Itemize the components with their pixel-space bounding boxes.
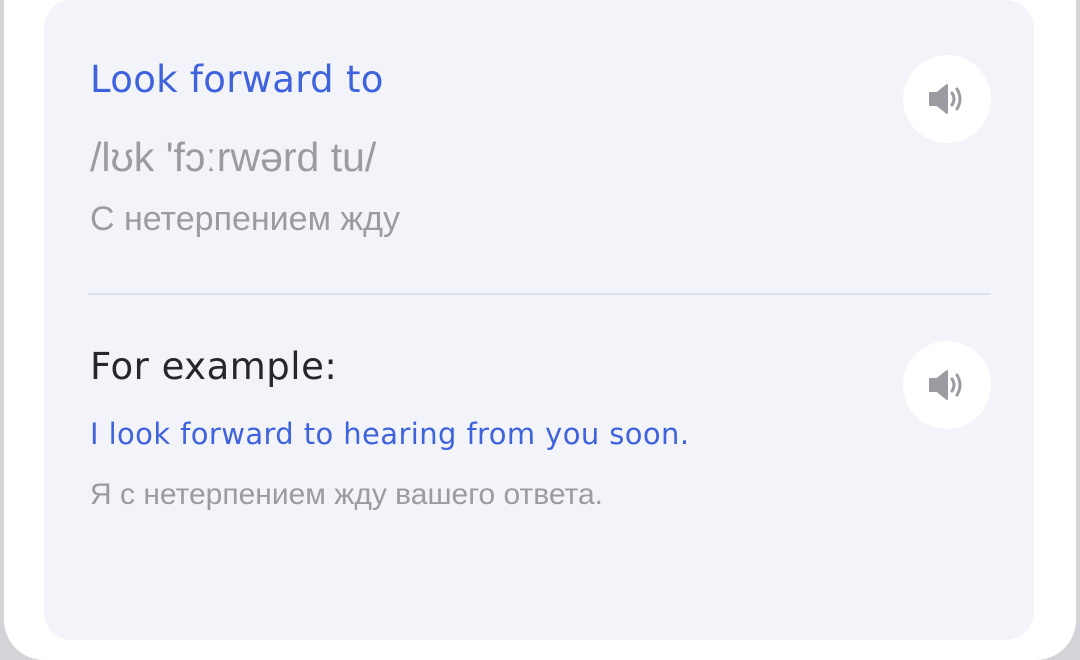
example-sentence: I look forward to hearing from you soon. [90, 417, 690, 451]
play-example-audio-button[interactable] [903, 341, 991, 429]
speaker-icon [927, 82, 967, 116]
word-card: Look forward to /lʊk 'fɔːrwərd tu/ С нет… [44, 0, 1034, 640]
screen: Look forward to /lʊk 'fɔːrwərd tu/ С нет… [0, 0, 1080, 660]
word-translation: С нетерпением жду [90, 200, 400, 238]
speaker-icon [927, 368, 967, 402]
word-title: Look forward to [90, 58, 384, 101]
play-word-audio-button[interactable] [903, 55, 991, 143]
example-translation: Я с нетерпением жду вашего ответа. [90, 478, 603, 511]
example-heading: For example: [90, 345, 338, 388]
divider [88, 293, 991, 295]
word-transcription: /lʊk 'fɔːrwərd tu/ [90, 134, 377, 180]
